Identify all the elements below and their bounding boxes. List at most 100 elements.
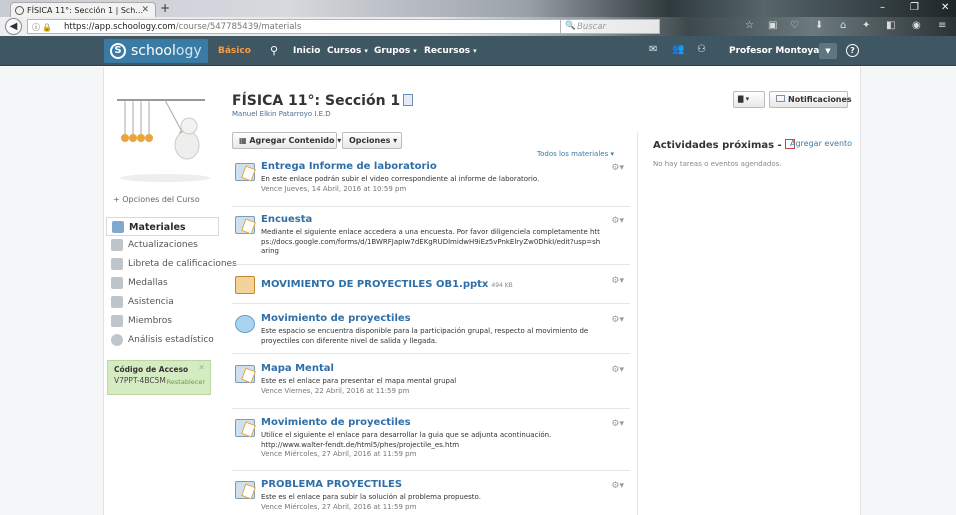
sidebar-item-libreta[interactable]: Libreta de calificaciones [106,255,237,274]
access-code-title: Código de Acceso [114,365,189,374]
assignment-icon [235,163,255,181]
material-title[interactable]: Movimiento de proyectiles [261,417,411,428]
nav-grupos-label: Grupos [374,46,411,56]
gear-icon[interactable]: ⚙▾ [611,163,624,173]
nav-inicio[interactable]: Inicio [293,46,320,56]
help-icon[interactable]: ? [846,44,859,57]
material-title[interactable]: Movimiento de proyectiles [261,313,411,324]
browser-search-input[interactable]: 🔍 Buscar [560,19,660,34]
right-gutter [860,67,956,515]
gear-icon[interactable]: ⚙▾ [611,315,624,325]
add-content-button[interactable]: ▦ Agregar Contenido ▾ [232,132,341,149]
tab-close-icon[interactable]: ✕ [141,5,149,15]
nav-recursos-label: Recursos [424,46,471,56]
maximize-button[interactable]: ❐ [910,2,919,13]
sidebar-item-label: Análisis estadístico [128,335,214,345]
home-icon[interactable]: ⌂ [840,20,846,31]
sidebar-item-analisis[interactable]: Análisis estadístico [106,331,219,350]
materials-icon [112,221,124,233]
material-title[interactable]: Entrega Informe de laboratorio [261,161,437,172]
download-icon[interactable]: ⬇ [815,20,823,31]
schoology-header: S schoology Básico ⚲ Inicio Cursos ▾ Grup… [0,36,956,66]
members-icon [111,315,123,327]
back-arrow-icon[interactable]: ◀ [5,18,22,35]
user-name[interactable]: Profesor Montoya [729,46,819,56]
messages-icon[interactable]: ✉ [649,44,657,55]
file-size: 494 KB [491,282,513,289]
list-item[interactable]: Entrega Informe de laboratorio En este e… [232,157,630,207]
envelope-icon [776,95,785,102]
notifications-label: Notificaciones [788,95,852,104]
sidebar-item-medallas[interactable]: Medallas [106,274,219,293]
addon-icon[interactable]: ◧ [886,20,895,31]
gear-icon[interactable]: ⚙▾ [611,365,624,375]
course-options-link[interactable]: + Opciones del Curso [113,195,200,204]
material-due: Vence Jueves, 14 Abril, 2016 at 10:59 pm [261,184,407,193]
nav-recursos[interactable]: Recursos ▾ [424,46,477,56]
schoology-s-icon: S [110,43,126,59]
extension-icon[interactable]: ✦ [862,20,870,31]
browser-tab[interactable]: FÍSICA 11°: Sección 1 | Sch... ✕ [10,2,156,18]
gear-icon[interactable]: ⚙▾ [611,419,624,429]
user-dropdown-icon[interactable]: ▼ [819,43,837,59]
analytics-icon [111,334,123,346]
notifications-button[interactable]: Notificaciones [769,91,852,108]
book-icon [403,94,414,106]
logo-text-b: ogy [175,43,202,59]
gear-icon[interactable]: ⚙▾ [611,216,624,226]
notifications-icon[interactable]: ⚇ [697,44,706,55]
ppt-file-icon [235,276,255,294]
plan-label[interactable]: Básico [218,46,251,56]
newtons-cradle-image [117,99,210,182]
list-item[interactable]: Movimiento de proyectiles Este espacio s… [232,309,630,354]
url-host: https://app.schoology.com [64,22,176,32]
clipboard-icon[interactable]: ▣ [768,20,777,31]
sidebar-item-materiales[interactable]: Materiales [106,217,219,236]
url-bar[interactable]: ⓘ🔒 https://app.schoology.com/course/5477… [27,19,583,34]
material-title[interactable]: Mapa Mental [261,363,334,374]
sync-icon[interactable]: ◉ [912,20,921,31]
connections-icon[interactable]: 👥 [672,44,684,55]
star-icon[interactable]: ☆ [745,20,754,31]
course-teacher[interactable]: Manuel Elkin Patarroyo I.E.D [232,110,331,118]
assignment-icon [235,419,255,437]
options-button[interactable]: Opciones ▾ [342,132,402,149]
reset-code-link[interactable]: Restablecer [167,378,205,386]
material-title[interactable]: Encuesta [261,214,312,225]
list-item[interactable]: PROBLEMA PROYECTILES Este es el enlace p… [232,475,630,515]
pocket-icon[interactable]: ♡ [790,20,799,31]
attendance-icon [111,296,123,308]
list-item[interactable]: Movimiento de proyectiles Utilice el sig… [232,413,630,471]
close-icon[interactable]: ✕ [198,363,205,372]
material-title[interactable]: PROBLEMA PROYECTILES [261,479,402,490]
list-item[interactable]: Mapa Mental Este es el enlace para prese… [232,359,630,409]
material-desc: En este enlace podrán subir el video cor… [261,175,540,183]
gear-icon[interactable]: ⚙▾ [611,481,624,491]
nav-grupos[interactable]: Grupos ▾ [374,46,417,56]
material-desc: Utilice el siguiente el enlace para desa… [261,431,552,449]
view-toggle-button[interactable]: ▇ ▾ [733,91,765,108]
sidebar-item-label: Asistencia [128,297,174,307]
material-due: Vence Miércoles, 27 Abril, 2016 at 11:59… [261,502,417,511]
logo-wordmark: schoology [131,43,202,59]
gear-icon[interactable]: ⚙▾ [611,276,624,286]
sidebar-item-asistencia[interactable]: Asistencia [106,293,219,312]
material-due: Vence Viernes, 22 Abril, 2016 at 11:59 p… [261,386,410,395]
schoology-logo[interactable]: S schoology [104,39,208,63]
chevron-down-icon: ▾ [413,47,417,55]
search-icon: 🔍 [565,21,576,31]
view-toggle-caret: ▾ [745,95,750,103]
new-tab-button[interactable]: + [160,1,170,15]
menu-icon[interactable]: ≡ [938,20,946,31]
list-item[interactable]: Encuesta Mediante el siguiente enlace ac… [232,210,630,265]
close-window-button[interactable]: ✕ [941,2,949,13]
assignment-icon [235,365,255,383]
header-search-icon[interactable]: ⚲ [270,44,278,57]
material-title[interactable]: MOVIMIENTO DE PROYECTILES OB1.pptx 494 KB [261,279,513,290]
sidebar-item-actualizaciones[interactable]: Actualizaciones [106,236,219,255]
minimize-button[interactable]: – [880,2,885,13]
list-item[interactable]: MOVIMIENTO DE PROYECTILES OB1.pptx 494 KB… [232,270,630,304]
nav-cursos[interactable]: Cursos ▾ [327,46,368,56]
sidebar-item-miembros[interactable]: Miembros [106,312,219,331]
add-event-link[interactable]: Agregar evento [790,139,852,148]
